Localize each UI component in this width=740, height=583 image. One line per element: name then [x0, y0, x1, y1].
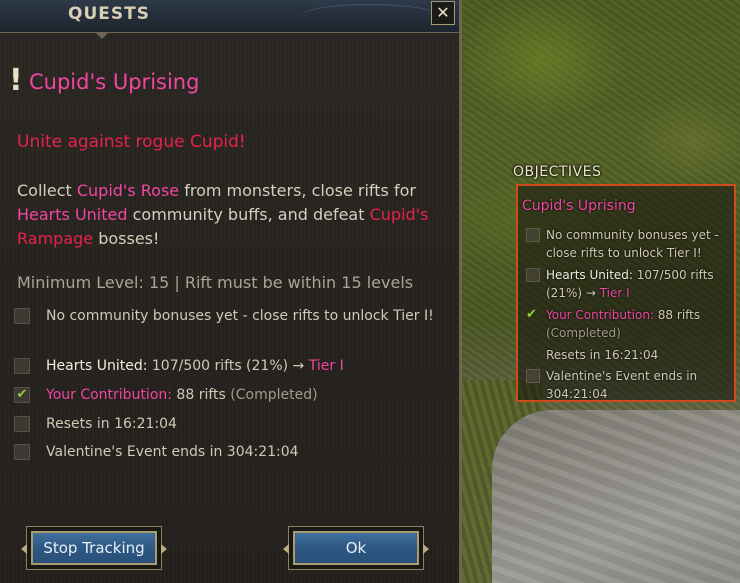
objective-value: 88 rifts [171, 387, 231, 403]
arrow-right-icon [161, 544, 167, 554]
objective-tier: Tier I [308, 358, 344, 374]
objective-label: Your Contribution: [46, 387, 172, 403]
objective-row: Valentine's Event ends in 304:21:04 [14, 442, 444, 463]
objective-text: No community bonuses yet - close rifts t… [46, 308, 434, 324]
objective-row: ✔ Your Contribution: 88 rifts (Completed… [14, 385, 444, 406]
checkbox-icon [14, 444, 30, 460]
objective-row: Hearts United: 107/500 rifts (21%) → Tie… [14, 356, 444, 377]
checkbox-icon [526, 228, 540, 242]
titlebar-ornament [300, 4, 440, 29]
desc-highlight: Hearts United [17, 205, 128, 224]
tracker-objective-text: Hearts United: 107/500 rifts (21%) → Tie… [546, 266, 732, 302]
checkmark-icon: ✔ [14, 387, 30, 403]
rock-surface [492, 410, 740, 583]
quest-title: Cupid's Uprising [29, 70, 200, 94]
objectives-header: OBJECTIVES [513, 164, 602, 180]
tracker-objective-text: Your Contribution: 88 rifts (Completed) [546, 306, 732, 342]
stop-tracking-button[interactable]: Stop Tracking [31, 531, 157, 565]
arrow-right-icon [423, 544, 429, 554]
desc-text: bosses! [93, 229, 160, 248]
checkbox-icon [14, 308, 30, 324]
objective-status: (Completed) [546, 326, 621, 340]
tracker-objective: ✔ Your Contribution: 88 rifts (Completed) [522, 306, 732, 342]
quest-subtitle: Unite against rogue Cupid! [17, 132, 246, 152]
window-titlebar[interactable]: QUESTS ✕ [0, 0, 459, 33]
objective-text: Resets in 16:21:04 [46, 416, 177, 432]
quest-window: QUESTS ✕ ! Cupid's Uprising Unite agains… [0, 0, 462, 583]
desc-text: Collect [17, 181, 77, 200]
ok-frame: Ok [283, 526, 429, 570]
desc-highlight: Cupid's Rose [76, 181, 180, 200]
objective-label: Your Contribution: [546, 308, 654, 322]
checkbox-icon [14, 416, 30, 432]
checkbox-icon [526, 369, 540, 383]
tracker-objective-text: No community bonuses yet - close rifts t… [546, 228, 719, 260]
arrow-left-icon [21, 544, 27, 554]
tracker-quest-title[interactable]: Cupid's Uprising [522, 198, 636, 214]
objective-row: Resets in 16:21:04 [14, 414, 444, 435]
title-notch-icon [95, 32, 109, 39]
checkmark-icon: ✔ [526, 307, 537, 322]
ok-button[interactable]: Ok [293, 531, 419, 565]
tracker-objective: Resets in 16:21:04 [522, 346, 732, 364]
objective-value: 107/500 rifts (21%) → [147, 358, 309, 374]
objective-label: Hearts United: [46, 358, 148, 374]
exclamation-icon: ! [9, 63, 23, 98]
minimum-level-text: Minimum Level: 15 | Rift must be within … [17, 273, 414, 292]
objective-text: Valentine's Event ends in 304:21:04 [46, 444, 299, 460]
tracker-objective-text: Valentine's Event ends in 304:21:04 [546, 369, 698, 401]
tracker-objective-text: Resets in 16:21:04 [546, 348, 659, 362]
objective-label: Hearts United: [546, 268, 633, 282]
objective-row: No community bonuses yet - close rifts t… [14, 306, 444, 327]
tracker-objective: No community bonuses yet - close rifts t… [522, 226, 732, 262]
objectives-tracker[interactable]: Cupid's Uprising No community bonuses ye… [516, 184, 736, 402]
quest-description: Collect Cupid's Rose from monsters, clos… [17, 179, 447, 251]
objective-value: 88 rifts [653, 308, 701, 322]
objective-text: Your Contribution: 88 rifts (Completed) [46, 385, 444, 406]
stop-tracking-frame: Stop Tracking [21, 526, 167, 570]
objective-status: (Completed) [230, 387, 318, 403]
desc-text: from monsters, close rifts for [179, 181, 416, 200]
close-button[interactable]: ✕ [431, 1, 455, 25]
window-title: QUESTS [68, 4, 150, 24]
tracker-objective: Valentine's Event ends in 304:21:04 [522, 367, 732, 403]
checkbox-icon [14, 358, 30, 374]
checkbox-icon [526, 268, 540, 282]
objective-tier: Tier I [599, 286, 630, 300]
tracker-objective: Hearts United: 107/500 rifts (21%) → Tie… [522, 266, 732, 302]
arrow-left-icon [283, 544, 289, 554]
desc-text: community buffs, and defeat [127, 205, 370, 224]
objective-text: Hearts United: 107/500 rifts (21%) → Tie… [46, 356, 444, 377]
